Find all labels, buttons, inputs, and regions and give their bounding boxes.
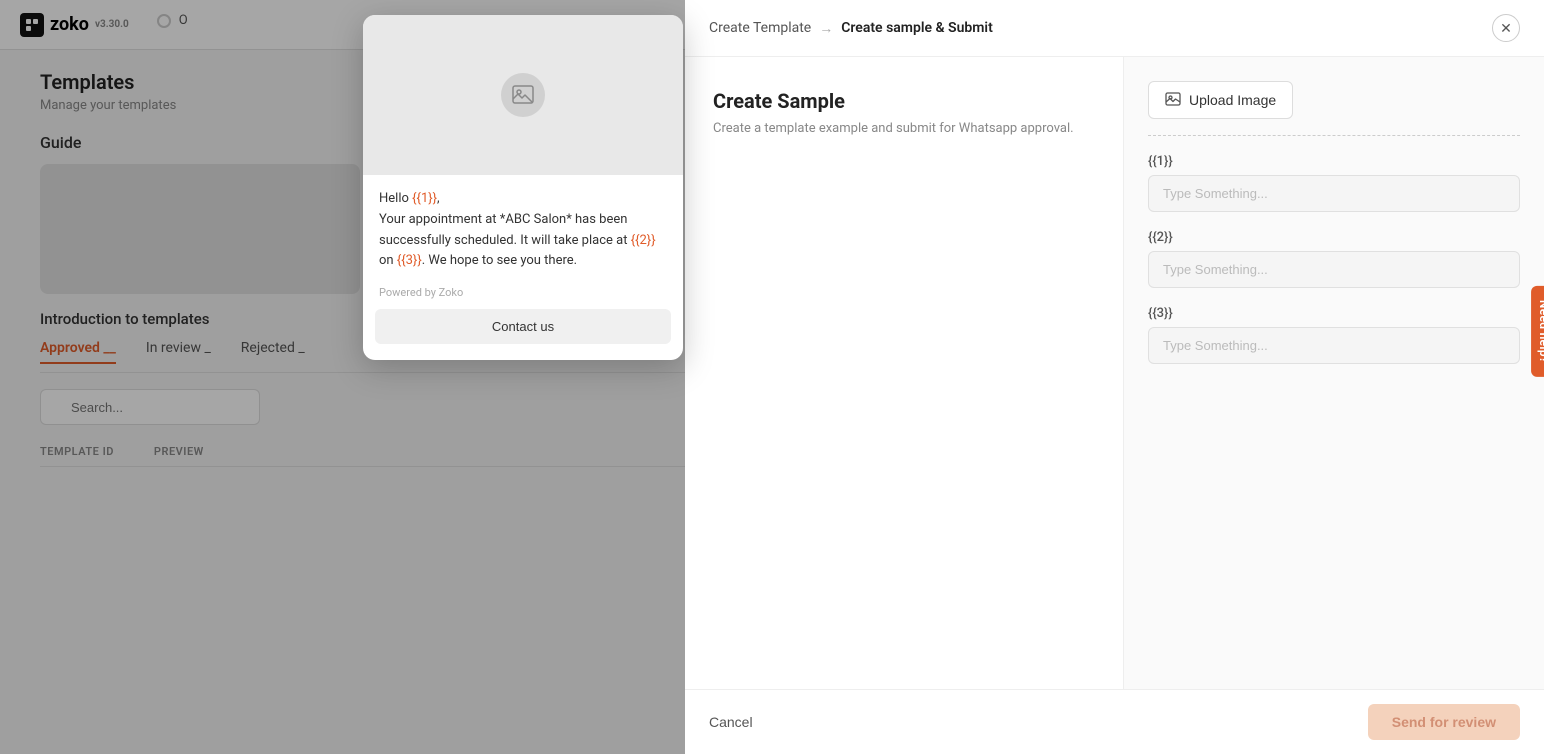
- field-group-2: {{2}}: [1148, 230, 1520, 288]
- breadcrumb-parent: Create Template: [709, 20, 811, 36]
- modal-close-button[interactable]: ✕: [1492, 14, 1520, 42]
- image-placeholder-icon: [501, 73, 545, 117]
- field-label-2: {{2}}: [1148, 230, 1520, 245]
- upload-image-button[interactable]: Upload Image: [1148, 81, 1293, 119]
- modal-body: Create Sample Create a template example …: [685, 57, 1544, 689]
- preview-powered-by: Powered by Zoko: [363, 286, 683, 299]
- preview-var-1: {{1}}: [412, 191, 437, 206]
- divider: [1148, 135, 1520, 136]
- field-group-3: {{3}}: [1148, 306, 1520, 364]
- modal-left-panel: Create Sample Create a template example …: [685, 57, 1124, 689]
- modal-section-sub: Create a template example and submit for…: [713, 119, 1095, 139]
- modal-section-title: Create Sample: [713, 89, 1095, 113]
- preview-card: Hello {{1}}, Your appointment at *ABC Sa…: [363, 15, 683, 360]
- preview-var-3: {{3}}: [397, 253, 422, 268]
- close-icon: ✕: [1500, 20, 1512, 37]
- modal-breadcrumb: Create Template → Create sample & Submit: [709, 20, 993, 37]
- need-help-tab[interactable]: Need help?: [1531, 286, 1544, 377]
- upload-image-icon: [1165, 92, 1181, 108]
- preview-body: Hello {{1}}, Your appointment at *ABC Sa…: [363, 175, 683, 276]
- modal-right-panel: Upload Image {{1}} {{2}} {{3}}: [1124, 57, 1544, 689]
- preview-var-2: {{2}}: [631, 233, 656, 248]
- upload-image-label: Upload Image: [1189, 92, 1276, 108]
- modal-footer: Cancel Send for review: [685, 689, 1544, 754]
- field-label-3: {{3}}: [1148, 306, 1520, 321]
- send-review-button[interactable]: Send for review: [1368, 704, 1520, 740]
- field-input-2[interactable]: [1148, 251, 1520, 288]
- field-label-1: {{1}}: [1148, 154, 1520, 169]
- field-input-1[interactable]: [1148, 175, 1520, 212]
- field-input-3[interactable]: [1148, 327, 1520, 364]
- modal-header: Create Template → Create sample & Submit…: [685, 0, 1544, 57]
- main-modal: Create Template → Create sample & Submit…: [685, 0, 1544, 754]
- preview-image-area: [363, 15, 683, 175]
- preview-contact-button[interactable]: Contact us: [375, 309, 671, 344]
- breadcrumb-current: Create sample & Submit: [841, 20, 993, 36]
- breadcrumb-arrow-icon: →: [819, 20, 833, 37]
- cancel-button[interactable]: Cancel: [709, 706, 753, 738]
- preview-text: Hello {{1}}, Your appointment at *ABC Sa…: [379, 189, 667, 272]
- field-group-1: {{1}}: [1148, 154, 1520, 212]
